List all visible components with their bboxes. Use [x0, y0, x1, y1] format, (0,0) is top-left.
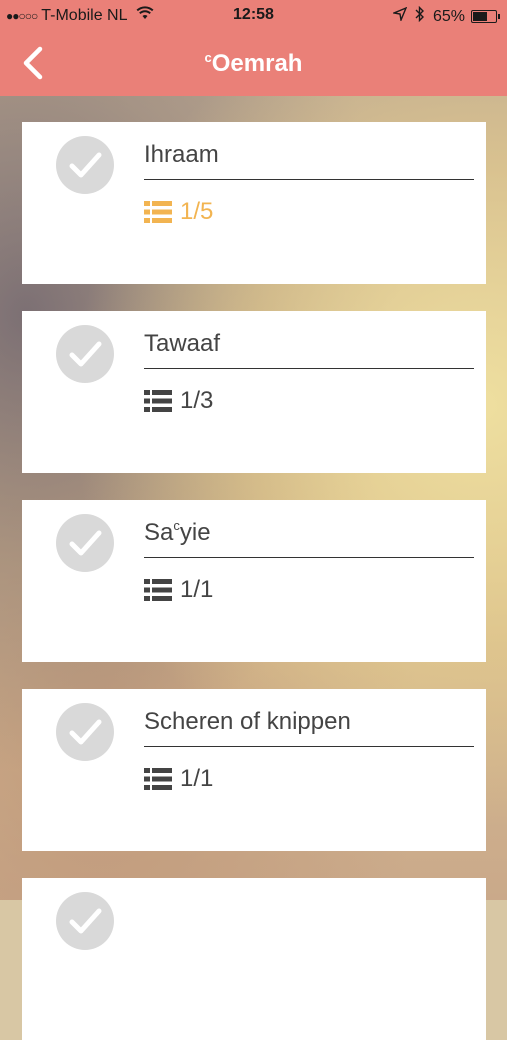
step-title-text: Ihraam: [144, 141, 219, 168]
battery-percent: 65%: [432, 7, 465, 25]
step-title-text-after: yie: [179, 519, 211, 546]
step-progress: 1/3: [144, 387, 213, 415]
step-progress-count: 1/5: [180, 198, 214, 225]
page-title-superscript: c: [204, 50, 212, 65]
step-progress-count: 1/1: [180, 576, 214, 603]
list-icon: [144, 201, 172, 223]
list-icon: [144, 579, 172, 601]
step-card[interactable]: Ihraam 1/5: [22, 122, 486, 284]
step-card[interactable]: [22, 878, 486, 1040]
step-title-text: Scheren of knippen: [144, 708, 351, 735]
step-title: Sacyie: [144, 518, 474, 558]
page-title: cOemrah: [0, 50, 507, 78]
step-progress: 1/1: [144, 765, 213, 793]
checkmark-circle-icon[interactable]: [56, 325, 114, 383]
page-title-text: Oemrah: [211, 50, 303, 77]
status-right: 65%: [391, 5, 500, 27]
step-title-text: Sa: [144, 519, 174, 546]
step-title: Tawaaf: [144, 329, 474, 369]
step-title: Scheren of knippen: [144, 707, 474, 747]
battery-icon: [471, 10, 500, 23]
step-progress-count: 1/3: [180, 387, 214, 414]
step-progress: 1/5: [144, 198, 213, 226]
list-icon: [144, 768, 172, 790]
navigation-bar: cOemrah: [0, 32, 507, 96]
step-progress-count: 1/1: [180, 765, 214, 792]
status-bar: ●●○○○ T-Mobile NL 12:58 65%: [0, 0, 507, 32]
list-icon: [144, 390, 172, 412]
step-progress: 1/1: [144, 576, 213, 604]
checkmark-circle-icon[interactable]: [56, 703, 114, 761]
checkmark-circle-icon[interactable]: [56, 136, 114, 194]
location-arrow-icon: [391, 6, 408, 26]
bluetooth-icon: [415, 5, 425, 27]
step-title-text: Tawaaf: [144, 330, 221, 357]
step-card[interactable]: Tawaaf 1/3: [22, 311, 486, 473]
checkmark-circle-icon[interactable]: [56, 514, 114, 572]
step-card[interactable]: Sacyie 1/1: [22, 500, 486, 662]
step-card[interactable]: Scheren of knippen 1/1: [22, 689, 486, 851]
checkmark-circle-icon[interactable]: [56, 892, 114, 950]
step-title: Ihraam: [144, 140, 474, 180]
battery-level: [473, 12, 487, 21]
